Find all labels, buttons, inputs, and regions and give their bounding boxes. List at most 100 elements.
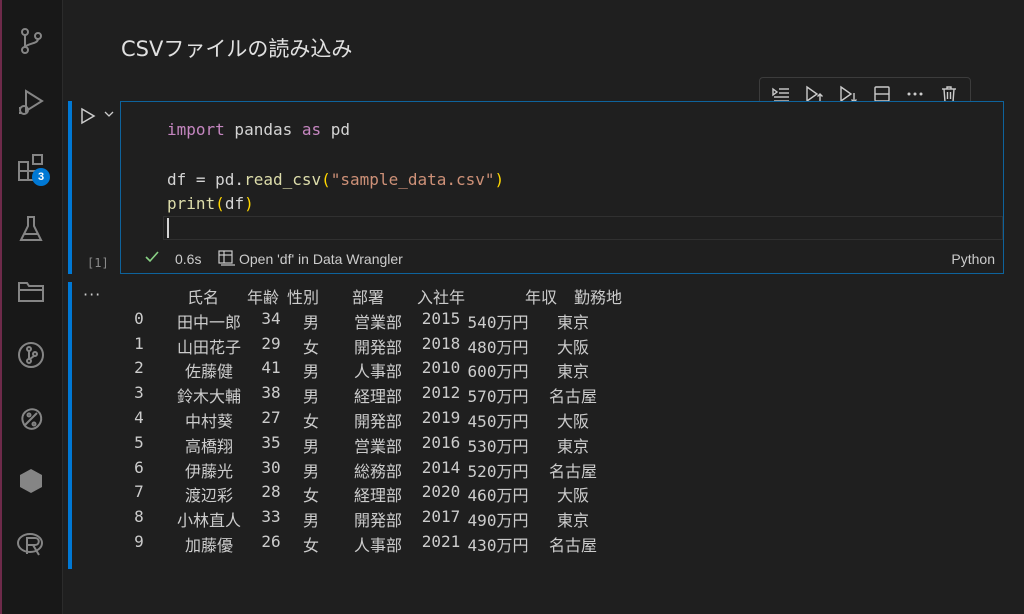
output-index-cell: 2 (134, 358, 144, 378)
output-row: 0 田中一郎 34 男 営業部 2015 540万円 東京 (123, 309, 723, 334)
extensions-badge: 3 (32, 168, 50, 186)
output-cell: 鈴木大輔 (176, 387, 242, 407)
output-cell: 450万円 (467, 411, 529, 431)
output-cell: 総務部 (353, 461, 403, 481)
output-cell: 600万円 (467, 362, 529, 382)
output-cell: 大阪 (556, 411, 590, 431)
keyword-token: import (167, 120, 225, 139)
cell-output: 氏名 年齢 性別 部署 入社年 年収 勤務地 0 田中一郎 34 男営業部 2015 540万円 東京 1 山… (123, 284, 723, 557)
output-cell: 460万円 (467, 486, 529, 506)
activity-bar: 3 (0, 0, 63, 614)
output-cell: 東京 (556, 312, 590, 332)
paren-token: ( (215, 194, 225, 213)
output-cell: 名古屋 (548, 461, 598, 481)
execution-count: [1] (87, 256, 109, 270)
output-row: 4 中村葵 27 女 開発部 2019 450万円 大阪 (123, 408, 723, 433)
output-cell: 38 (261, 383, 281, 403)
code-token: df = pd. (167, 170, 245, 189)
testing-icon[interactable] (14, 212, 48, 246)
output-row: 1 山田花子 29 女 開発部 2018 480万円 大阪 (123, 334, 723, 359)
output-cell: 35 (261, 432, 281, 452)
paren-token: ) (494, 170, 505, 189)
code-editor[interactable]: import pandas as pd df = pd.read_csv("sa… (121, 102, 1003, 244)
output-cell: 高橋翔 (184, 436, 234, 456)
cell-language-selector[interactable]: Python (951, 251, 995, 267)
code-cell[interactable]: import pandas as pd df = pd.read_csv("sa… (87, 101, 1004, 274)
paren-token: ) (244, 194, 254, 213)
output-row: 2 佐藤健 41 男 人事部 2010 600万円 東京 (123, 358, 723, 383)
output-cell: 女 (302, 337, 320, 357)
markdown-heading: CSVファイルの読み込み (121, 37, 353, 61)
output-cell: 名古屋 (548, 387, 598, 407)
cell-focus-indicator (68, 101, 72, 274)
output-cell: 加藤優 (184, 535, 234, 555)
explorer-icon[interactable] (14, 274, 48, 308)
output-index-cell: 3 (134, 383, 144, 403)
output-cell: 29 (261, 333, 281, 353)
output-header-cell: 勤務地 (573, 288, 623, 307)
run-debug-icon[interactable] (14, 86, 48, 120)
output-index-cell: 4 (134, 407, 144, 427)
code-line: print(df) (167, 193, 254, 215)
output-index-cell: 5 (134, 432, 144, 452)
output-index-cell: 6 (134, 457, 144, 477)
python-icon[interactable] (14, 402, 48, 436)
output-cell: 2019 (421, 407, 461, 427)
chevron-down-icon[interactable] (102, 107, 116, 121)
check-icon (145, 251, 159, 263)
output-cell: 2021 (421, 531, 461, 551)
output-header-cell: 氏名 (186, 288, 220, 307)
output-cell: 開発部 (353, 337, 403, 357)
output-cell: 経理部 (353, 486, 403, 506)
open-data-wrangler-link[interactable]: Open 'df' in Data Wrangler (239, 251, 403, 267)
output-cell: 営業部 (353, 436, 403, 456)
output-cell: 41 (261, 358, 281, 378)
output-cell: 開発部 (353, 511, 403, 531)
output-header-cell: 性別 (286, 288, 320, 307)
output-cell: 田中一郎 (176, 312, 242, 332)
output-cell: 男 (302, 461, 320, 481)
text-cursor (167, 218, 169, 238)
hexagon-icon[interactable] (14, 464, 48, 498)
output-row: 3 鈴木大輔 38 男 経理部 2012 570万円 名古屋 (123, 383, 723, 408)
data-wrangler-icon[interactable] (217, 249, 237, 267)
output-cell: 東京 (556, 436, 590, 456)
run-cell-icon[interactable] (79, 107, 97, 125)
output-cell: 大阪 (556, 337, 590, 357)
output-cell: 27 (261, 407, 281, 427)
cell-status-bar: [1] 0.6s Open 'df' in Data Wrangler Pyth… (87, 244, 1003, 274)
output-more-actions[interactable]: ··· (83, 285, 101, 304)
output-header-cell: 年齢 (246, 288, 280, 307)
notebook-editor: CSVファイルの読み込み import pandas as pd df = pd… (63, 0, 1024, 614)
output-row: 6 伊藤光 30 男 総務部 2014 520万円 名古屋 (123, 458, 723, 483)
output-index-cell: 0 (134, 308, 144, 328)
r-language-icon[interactable] (14, 527, 48, 561)
source-control-icon[interactable] (14, 24, 48, 58)
output-cell: 2020 (421, 482, 461, 502)
output-cell: 490万円 (467, 511, 529, 531)
output-cell: 大阪 (556, 486, 590, 506)
output-cell: 男 (302, 312, 320, 332)
function-token: print (167, 194, 216, 213)
code-token: pandas (224, 120, 302, 139)
output-cell: 小林直人 (176, 511, 242, 531)
function-token: read_csv (244, 170, 322, 189)
output-cell: 男 (302, 362, 320, 382)
output-header-row: 氏名 年齢 性別 部署 入社年 年収 勤務地 (123, 284, 723, 309)
output-cell: 中村葵 (184, 411, 234, 431)
output-header-cell: 年収 (524, 288, 558, 307)
output-header-cell: 入社年 (416, 288, 466, 307)
output-cell: 男 (302, 436, 320, 456)
output-cell: 30 (261, 457, 281, 477)
string-token: "sample_data.csv" (330, 170, 495, 189)
code-token: df (224, 194, 245, 213)
execution-duration: 0.6s (175, 251, 202, 267)
output-cell: 570万円 (467, 387, 529, 407)
output-cell: 430万円 (467, 535, 529, 555)
git-graph-icon[interactable] (14, 338, 48, 372)
output-cell: 渡辺彩 (184, 486, 234, 506)
output-cell: 女 (302, 411, 320, 431)
output-cell: 営業部 (353, 312, 403, 332)
output-row: 9 加藤優 26 女 人事部 2021 430万円 名古屋 (123, 532, 723, 557)
keyword-token: as (301, 120, 322, 139)
